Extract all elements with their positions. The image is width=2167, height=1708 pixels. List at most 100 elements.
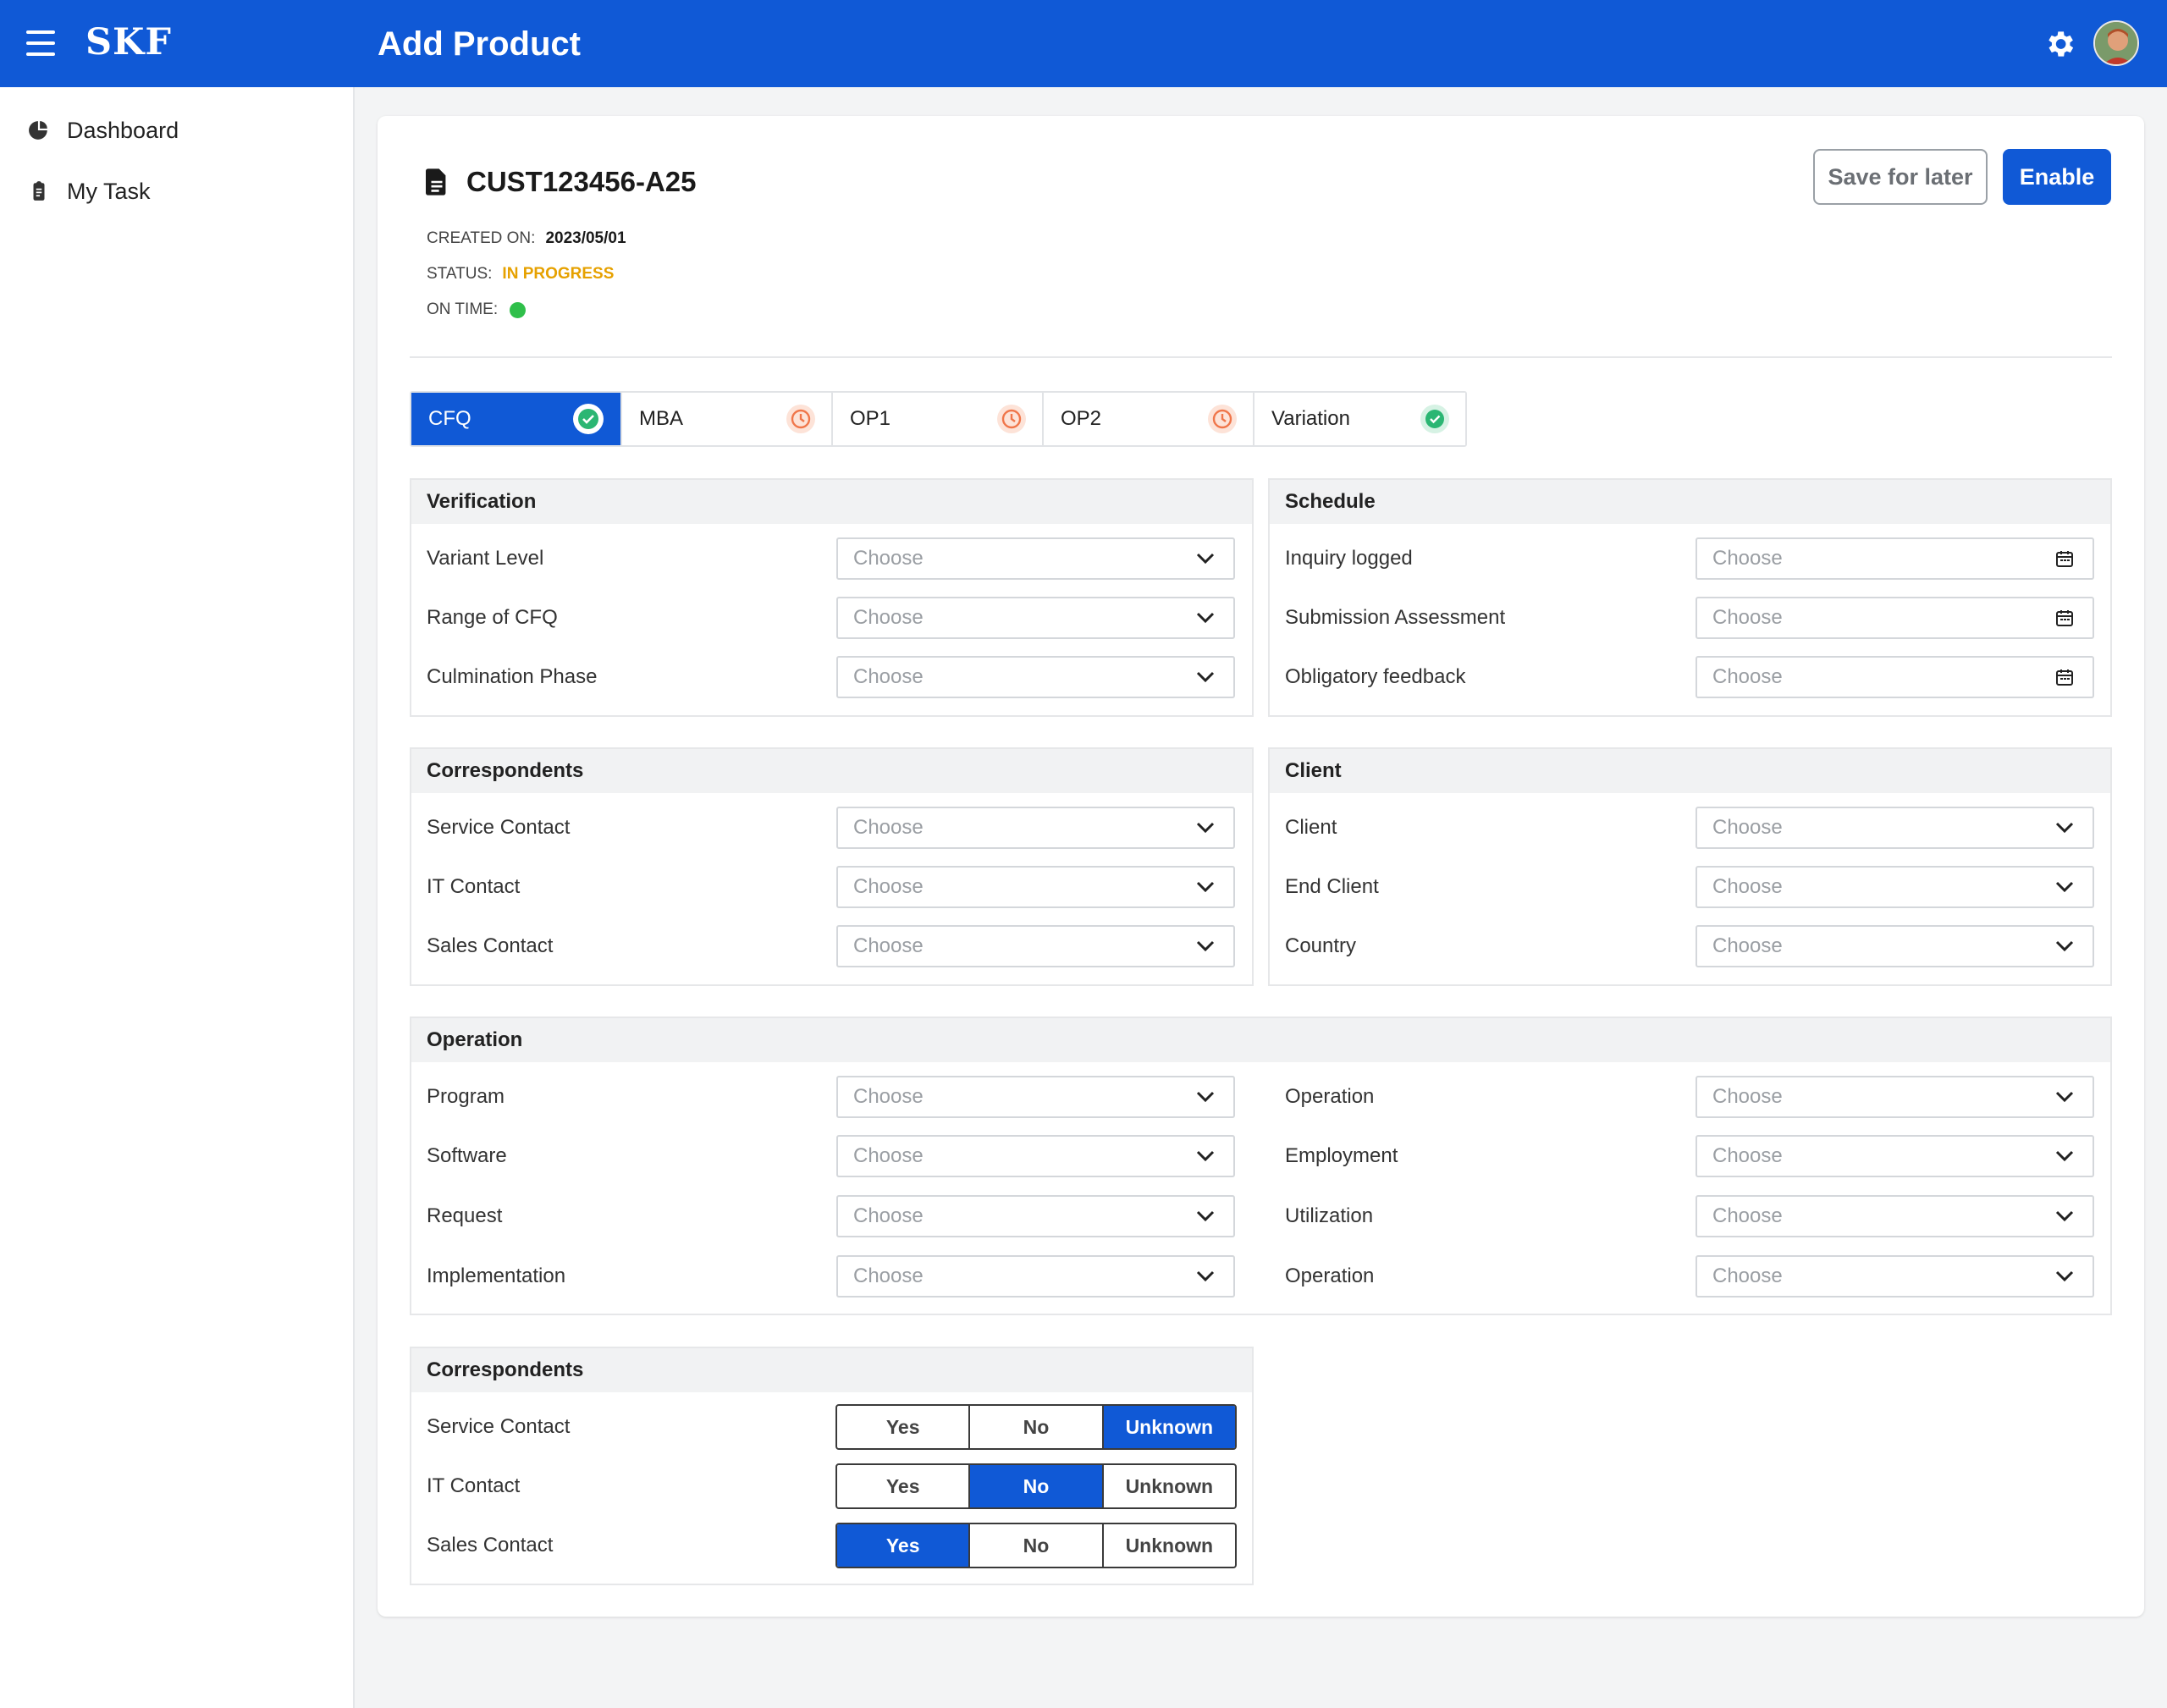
field-label: Sales Contact — [427, 934, 554, 957]
section-title: Correspondents — [411, 1348, 1252, 1392]
section-title: Client — [1270, 749, 2110, 793]
chevron-down-icon — [1196, 822, 1215, 834]
chevron-down-icon — [1196, 940, 1215, 952]
on-time-indicator — [510, 301, 527, 318]
field-label: Obligatory feedback — [1285, 665, 1466, 688]
it-contact-select[interactable]: Choose — [836, 866, 1235, 908]
tab-variation[interactable]: Variation — [1254, 393, 1465, 445]
culmination-phase-select[interactable]: Choose — [836, 656, 1235, 698]
option-yes[interactable]: Yes — [837, 1524, 971, 1567]
document-id: CUST123456-A25 — [466, 166, 697, 197]
brand-logo[interactable]: SKF — [85, 21, 172, 63]
menu-icon[interactable] — [26, 30, 55, 56]
chevron-down-icon — [2055, 1150, 2074, 1162]
created-on: CREATED ON: 2023/05/01 — [427, 229, 626, 247]
sidebar-item-dashboard[interactable]: Dashboard — [28, 113, 179, 147]
chevron-down-icon — [1196, 1091, 1215, 1103]
clock-icon — [786, 405, 815, 433]
chevron-down-icon — [1196, 1210, 1215, 1222]
service-contact-toggle: Yes No Unknown — [835, 1404, 1237, 1450]
field-label: Operation — [1285, 1085, 1375, 1108]
employment-select[interactable]: Choose — [1696, 1135, 2094, 1177]
section-title: Schedule — [1270, 480, 2110, 524]
operation-select[interactable]: Choose — [1696, 1076, 2094, 1118]
status: STATUS: IN PROGRESS — [427, 265, 615, 283]
pie-chart-icon — [29, 121, 47, 140]
option-yes[interactable]: Yes — [837, 1406, 971, 1448]
country-select[interactable]: Choose — [1696, 925, 2094, 967]
client-select[interactable]: Choose — [1696, 807, 2094, 849]
status-badge: IN PROGRESS — [502, 265, 615, 283]
step-tabs: CFQ MBA OP1 OP2 Variation — [410, 391, 1467, 447]
field-label: Inquiry logged — [1285, 547, 1413, 570]
option-no[interactable]: No — [970, 1406, 1104, 1448]
field-label: Culmination Phase — [427, 665, 598, 688]
field-label: Request — [427, 1204, 503, 1227]
field-label: Operation — [1285, 1264, 1375, 1287]
tab-op1[interactable]: OP1 — [833, 393, 1044, 445]
document-title: CUST123456-A25 — [426, 166, 696, 198]
field-label: Software — [427, 1144, 507, 1167]
sidebar-item-label: Dashboard — [67, 117, 179, 143]
submission-assessment-date[interactable]: Choose — [1696, 597, 2094, 639]
field-label: Sales Contact — [427, 1534, 554, 1556]
sidebar — [0, 87, 355, 1708]
chevron-down-icon — [2055, 1270, 2074, 1282]
clock-icon — [997, 405, 1026, 433]
option-no[interactable]: No — [970, 1524, 1104, 1567]
service-contact-select[interactable]: Choose — [836, 807, 1235, 849]
chevron-down-icon — [2055, 822, 2074, 834]
on-time: ON TIME: — [427, 300, 527, 319]
chevron-down-icon — [1196, 881, 1215, 893]
variant-level-select[interactable]: Choose — [836, 537, 1235, 580]
request-select[interactable]: Choose — [836, 1195, 1235, 1237]
field-label: Client — [1285, 816, 1337, 839]
chevron-down-icon — [1196, 612, 1215, 624]
chevron-down-icon — [1196, 671, 1215, 683]
divider — [410, 356, 2112, 358]
chevron-down-icon — [2055, 1091, 2074, 1103]
calendar-icon[interactable] — [2055, 668, 2074, 686]
sidebar-item-my-task[interactable]: My Task — [28, 174, 151, 208]
range-of-cfq-select[interactable]: Choose — [836, 597, 1235, 639]
utilization-select[interactable]: Choose — [1696, 1195, 2094, 1237]
save-for-later-button[interactable]: Save for later — [1813, 149, 1988, 205]
chevron-down-icon — [2055, 881, 2074, 893]
field-label: Service Contact — [427, 1415, 571, 1438]
created-on-value: 2023/05/01 — [545, 229, 626, 247]
document-icon — [426, 168, 446, 196]
calendar-icon[interactable] — [2055, 549, 2074, 568]
operation-2-select[interactable]: Choose — [1696, 1255, 2094, 1298]
option-yes[interactable]: Yes — [837, 1465, 971, 1507]
gear-icon[interactable] — [2043, 27, 2076, 61]
tab-cfq[interactable]: CFQ — [411, 393, 622, 445]
tab-op2[interactable]: OP2 — [1044, 393, 1254, 445]
enable-button[interactable]: Enable — [2003, 149, 2111, 205]
calendar-icon[interactable] — [2055, 609, 2074, 627]
option-unknown[interactable]: Unknown — [1104, 1524, 1235, 1567]
program-select[interactable]: Choose — [836, 1076, 1235, 1118]
end-client-select[interactable]: Choose — [1696, 866, 2094, 908]
field-label: Range of CFQ — [427, 606, 558, 629]
obligatory-feedback-date[interactable]: Choose — [1696, 656, 2094, 698]
chevron-down-icon — [2055, 940, 2074, 952]
option-no[interactable]: No — [970, 1465, 1104, 1507]
implementation-select[interactable]: Choose — [836, 1255, 1235, 1298]
avatar[interactable] — [2093, 20, 2139, 66]
check-circle-icon — [573, 404, 604, 434]
sidebar-item-label: My Task — [67, 178, 151, 204]
check-circle-icon — [1420, 405, 1449, 433]
field-label: End Client — [1285, 875, 1379, 898]
software-select[interactable]: Choose — [836, 1135, 1235, 1177]
page-title: Add Product — [378, 25, 581, 63]
field-label: Variant Level — [427, 547, 544, 570]
option-unknown[interactable]: Unknown — [1103, 1406, 1235, 1448]
field-label: Implementation — [427, 1264, 566, 1287]
clipboard-icon — [33, 181, 45, 201]
sales-contact-select[interactable]: Choose — [836, 925, 1235, 967]
section-title: Operation — [411, 1018, 2110, 1062]
inquiry-logged-date[interactable]: Choose — [1696, 537, 2094, 580]
option-unknown[interactable]: Unknown — [1104, 1465, 1235, 1507]
chevron-down-icon — [2055, 1210, 2074, 1222]
tab-mba[interactable]: MBA — [622, 393, 833, 445]
